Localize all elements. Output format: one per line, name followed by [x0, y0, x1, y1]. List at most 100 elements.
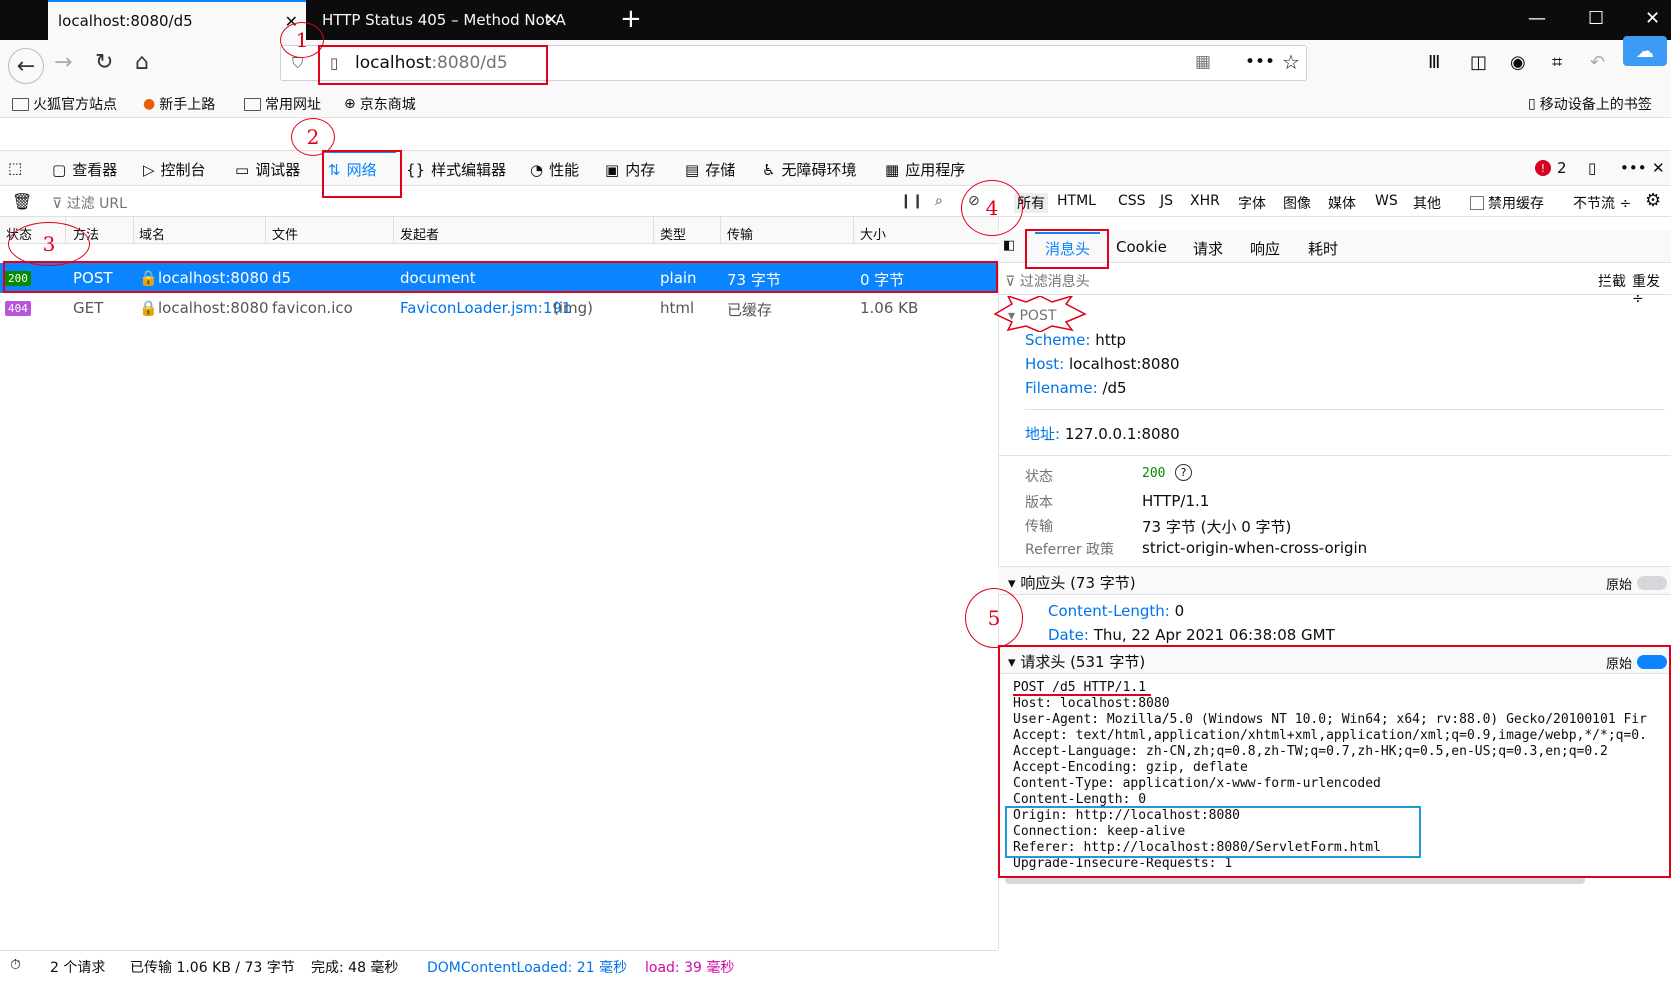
type-cell: html: [660, 299, 695, 317]
debugger-icon: ▭: [235, 160, 250, 179]
folder-icon: [244, 97, 261, 111]
filter-images[interactable]: 图像: [1283, 193, 1311, 213]
column-header[interactable]: 传输: [727, 224, 753, 243]
star-icon[interactable]: ☆: [1282, 50, 1300, 74]
scheme-row: Scheme: http: [1025, 331, 1126, 349]
close-icon[interactable]: ✕: [545, 10, 558, 29]
divider: [1025, 409, 1665, 410]
filter-media[interactable]: 媒体: [1328, 193, 1356, 213]
qr-icon[interactable]: ▦: [1195, 52, 1211, 72]
more-icon[interactable]: •••: [1245, 52, 1275, 72]
bookmark-item[interactable]: ● 新手上路: [143, 94, 215, 114]
undo-icon[interactable]: ↶: [1590, 52, 1605, 73]
tab-accessibility[interactable]: ♿ 无障碍环境: [762, 159, 856, 180]
tab-performance[interactable]: ◔ 性能: [530, 159, 579, 180]
date-row: Date: Thu, 22 Apr 2021 06:38:08 GMT: [1048, 626, 1335, 644]
filter-ws[interactable]: WS: [1375, 193, 1398, 209]
column-divider: [853, 217, 854, 244]
pause-icon[interactable]: ❙❙: [900, 193, 923, 209]
column-header[interactable]: 发起者: [400, 224, 439, 243]
error-count[interactable]: ! 2: [1535, 159, 1567, 177]
bookmark-item[interactable]: ⊕ 京东商城: [344, 94, 416, 114]
browser-tab-active[interactable]: localhost:8080/d5 ✕: [48, 0, 306, 40]
version-label: 版本: [1025, 495, 1053, 511]
referrer-value: strict-origin-when-cross-origin: [1142, 539, 1368, 557]
close-window-icon[interactable]: ✕: [1645, 8, 1660, 29]
column-divider: [133, 217, 134, 244]
gear-icon[interactable]: ⚙: [1645, 190, 1661, 211]
column-header[interactable]: 大小: [860, 224, 886, 243]
mobile-bookmarks[interactable]: ▯ 移动设备上的书签: [1528, 94, 1652, 114]
more-icon[interactable]: •••: [1620, 159, 1647, 177]
annotation-box-headers: [1025, 229, 1109, 269]
filter-icon: ⊽: [52, 196, 67, 212]
annotation-marker: 3: [8, 222, 90, 266]
folder-icon: [12, 97, 29, 111]
initiator-link[interactable]: FaviconLoader.jsm:191: [400, 299, 571, 317]
filter-html[interactable]: HTML: [1057, 193, 1096, 209]
tab-debugger[interactable]: ▭ 调试器: [235, 159, 300, 180]
tab-cookie[interactable]: Cookie: [1116, 238, 1167, 256]
filter-headers-input[interactable]: ⊽ 过滤消息头: [1005, 271, 1090, 291]
disable-cache-checkbox[interactable]: 禁用缓存: [1470, 193, 1544, 213]
storage-icon: ▤: [685, 160, 700, 179]
maximize-icon[interactable]: ☐: [1588, 8, 1604, 29]
method-cell: GET: [73, 299, 104, 317]
cloud-icon[interactable]: ☁: [1623, 36, 1667, 66]
close-icon[interactable]: ✕: [1652, 159, 1665, 177]
responsive-icon[interactable]: ▯: [1588, 159, 1596, 177]
column-divider: [653, 217, 654, 244]
tab-request[interactable]: 请求: [1193, 238, 1223, 259]
trash-icon[interactable]: 🗑: [12, 192, 32, 211]
tab-response[interactable]: 响应: [1250, 238, 1280, 259]
version-value: HTTP/1.1: [1142, 492, 1210, 510]
crop-icon[interactable]: ⌗: [1552, 52, 1562, 73]
tab-application[interactable]: ▦ 应用程序: [885, 159, 965, 180]
transfer-cell: 已缓存: [727, 301, 773, 319]
throttle-select[interactable]: 不节流 ÷: [1573, 193, 1631, 213]
block-button[interactable]: 拦截: [1598, 271, 1626, 291]
tab-timings[interactable]: 耗时: [1308, 238, 1338, 259]
home-icon[interactable]: ⌂: [135, 50, 149, 75]
table-row[interactable]: 404 GET 🔒 localhost:8080 favicon.ico Fav…: [0, 293, 998, 323]
back-icon[interactable]: ←: [8, 48, 44, 84]
minimize-icon[interactable]: —: [1528, 8, 1546, 29]
inspector-icon: ▢: [52, 160, 67, 179]
filter-fonts[interactable]: 字体: [1238, 193, 1266, 213]
resend-button[interactable]: 重发 ÷: [1632, 271, 1671, 307]
bookmark-item[interactable]: 火狐官方站点: [12, 94, 117, 114]
tab-console[interactable]: ▷ 控制台: [143, 159, 206, 180]
library-icon[interactable]: Ⅲ: [1428, 52, 1440, 73]
help-icon[interactable]: ?: [1175, 464, 1192, 481]
raw-toggle[interactable]: [1637, 576, 1667, 590]
response-headers-heading[interactable]: ▾ 响应头 (73 字节): [1008, 572, 1136, 593]
collapse-icon[interactable]: ◧: [1003, 238, 1015, 253]
filter-url-input[interactable]: ⊽ 过滤 URL: [52, 193, 127, 213]
new-tab-icon[interactable]: +: [620, 4, 642, 34]
column-divider: [393, 217, 394, 244]
filter-css[interactable]: CSS: [1118, 193, 1146, 209]
filter-xhr[interactable]: XHR: [1190, 193, 1220, 209]
tab-inspector[interactable]: ▢ 查看器: [52, 159, 117, 180]
forward-icon[interactable]: →: [54, 50, 72, 75]
column-header[interactable]: 类型: [660, 224, 686, 243]
bookmark-item[interactable]: 常用网址: [244, 94, 321, 114]
browser-tab[interactable]: HTTP Status 405 – Method Not A ✕: [310, 0, 566, 40]
tab-style-editor[interactable]: {} 样式编辑器: [406, 159, 506, 180]
account-icon[interactable]: ◉: [1510, 52, 1526, 73]
picker-icon[interactable]: ⬚: [8, 159, 22, 177]
reload-icon[interactable]: ↻: [95, 50, 113, 75]
search-icon[interactable]: ⌕: [935, 193, 943, 209]
request-count: 2 个请求: [50, 960, 106, 976]
divider: [998, 455, 1671, 456]
tab-memory[interactable]: ▣ 内存: [605, 159, 655, 180]
column-header[interactable]: 文件: [272, 224, 298, 243]
lock-icon: 🔒: [139, 299, 158, 317]
tab-storage[interactable]: ▤ 存储: [685, 159, 735, 180]
accessibility-icon: ♿: [762, 160, 776, 179]
sidebar-icon[interactable]: ◫: [1470, 52, 1487, 73]
filter-other[interactable]: 其他: [1413, 193, 1441, 213]
filter-js[interactable]: JS: [1160, 193, 1173, 209]
status-badge: 404: [5, 301, 31, 316]
column-header[interactable]: 域名: [139, 224, 165, 243]
